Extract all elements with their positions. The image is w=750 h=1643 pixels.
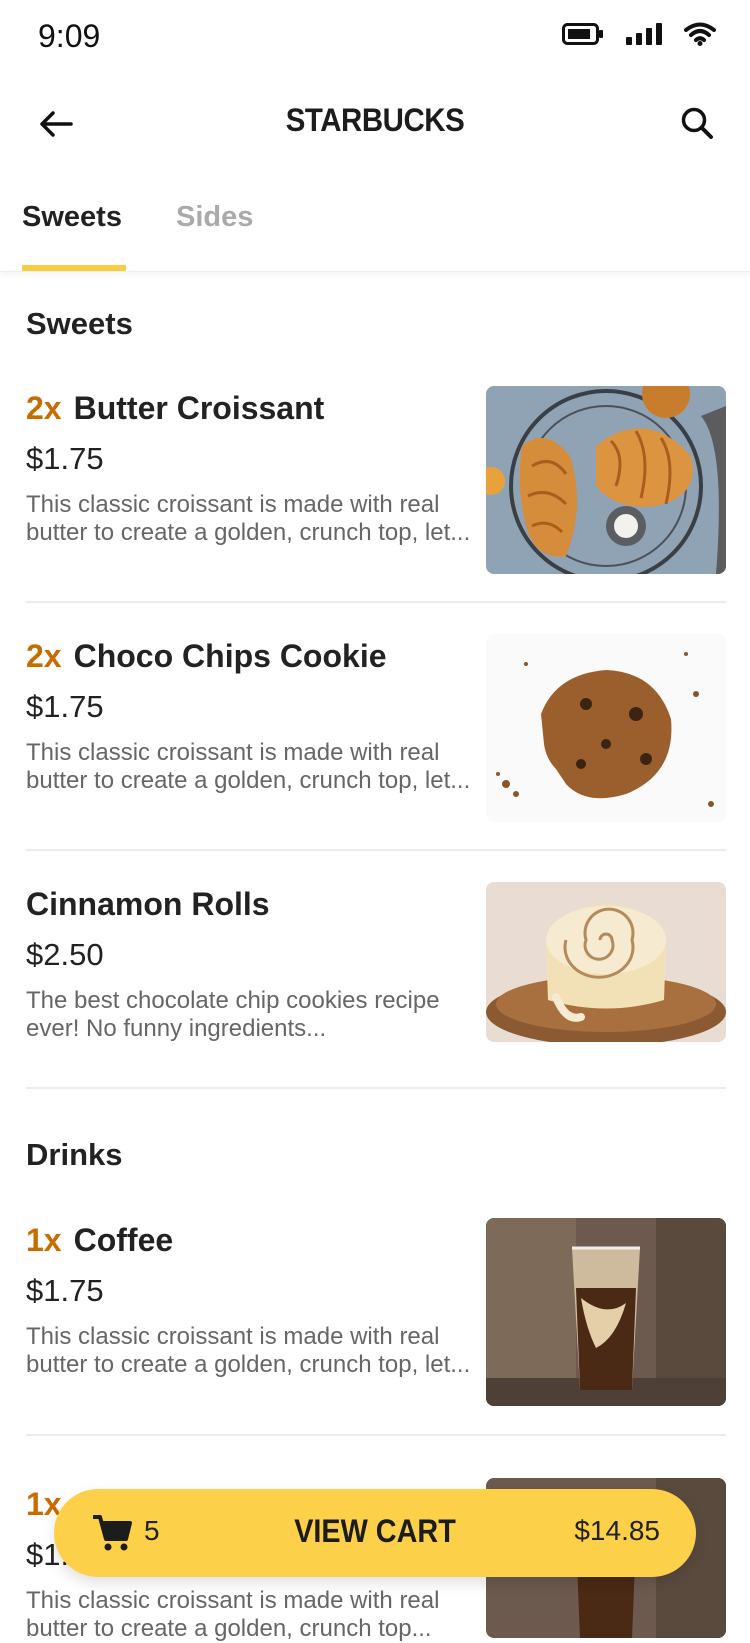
- menu-item-coffee[interactable]: 1x Coffee $1.75 This classic croissant is…: [26, 1218, 726, 1406]
- signal-icon: [626, 23, 662, 45]
- nav-bar: STARBUCKS: [0, 88, 750, 158]
- item-quantity: 2x: [26, 638, 62, 674]
- item-description: This classic croissant is made with real…: [26, 1587, 440, 1642]
- section-divider: [26, 1087, 726, 1089]
- search-button[interactable]: [674, 100, 720, 146]
- section-title-drinks: Drinks: [26, 1137, 123, 1172]
- croissant-image: [486, 386, 726, 574]
- item-description: The best chocolate chip cookies recipe e…: [26, 987, 440, 1042]
- search-icon: [681, 107, 713, 139]
- status-time: 9:09: [38, 18, 101, 54]
- item-description: This classic croissant is made with real…: [26, 1323, 471, 1378]
- category-tabs: Sweets Sides: [0, 185, 750, 272]
- item-name: Butter Croissant: [73, 390, 325, 426]
- battery-icon: [562, 23, 603, 45]
- cinnamon-roll-image: [486, 882, 726, 1042]
- status-icons: [562, 22, 716, 46]
- wifi-icon: [684, 22, 716, 46]
- page-title: STARBUCKS: [285, 102, 465, 138]
- menu-item-butter-croissant[interactable]: 2x Butter Croissant $1.75 This classic cr…: [26, 386, 726, 574]
- menu-item-choco-chips-cookie[interactable]: 2x Choco Chips Cookie $1.75 This classic …: [26, 634, 726, 822]
- item-divider: [26, 849, 726, 851]
- item-divider: [26, 1434, 726, 1436]
- status-bar: 9:09: [0, 0, 750, 74]
- item-name: Choco Chips Cookie: [73, 638, 387, 674]
- section-title-sweets: Sweets: [26, 306, 133, 341]
- item-divider: [26, 601, 726, 603]
- item-name: Cinnamon Rolls: [26, 886, 270, 922]
- item-description: This classic croissant is made with real…: [26, 739, 471, 794]
- item-description: This classic croissant is made with real…: [26, 491, 471, 546]
- coffee-image: [486, 1218, 726, 1406]
- item-name: Coffee: [73, 1222, 174, 1258]
- tab-sides[interactable]: Sides: [176, 201, 253, 234]
- tab-sweets[interactable]: Sweets: [22, 201, 122, 234]
- menu-item-cinnamon-rolls[interactable]: Cinnamon Rolls $2.50 The best chocolate …: [26, 882, 726, 1043]
- cookie-image: [486, 634, 726, 822]
- item-quantity: 2x: [26, 390, 62, 426]
- item-quantity: 1x: [26, 1222, 62, 1258]
- cart-total: $14.85: [574, 1515, 660, 1546]
- active-tab-indicator: [22, 265, 126, 271]
- view-cart-button[interactable]: 5 VIEW CART $14.85: [54, 1489, 696, 1577]
